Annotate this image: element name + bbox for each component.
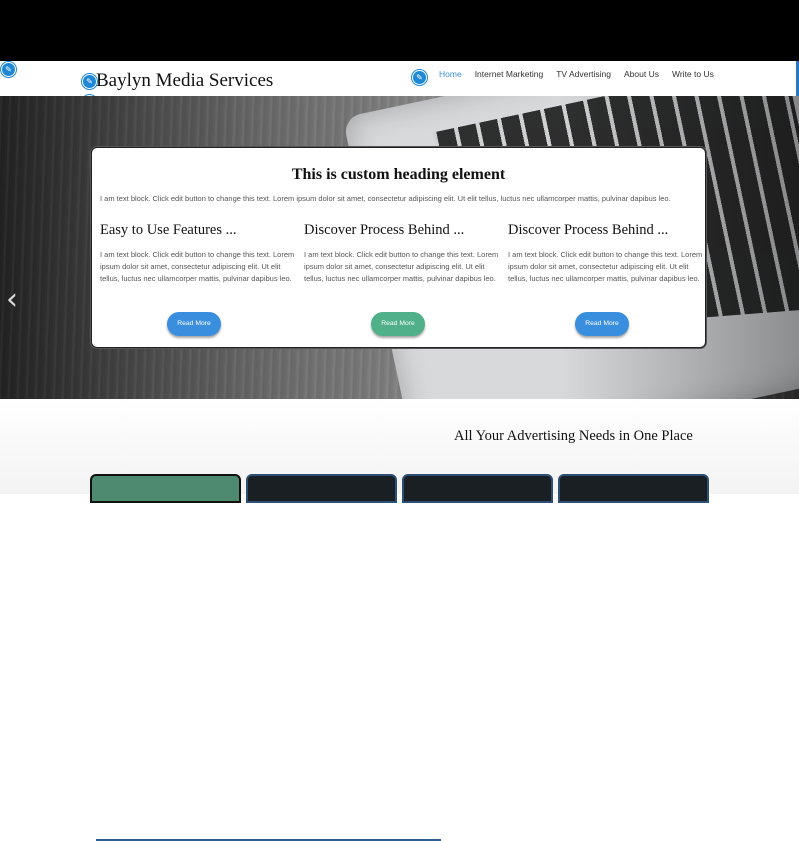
main-nav: Home Internet Marketing TV Advertising A… — [439, 69, 727, 79]
custom-heading: This is custom heading element — [291, 166, 506, 183]
nav-about-us[interactable]: About Us — [624, 69, 659, 79]
section-title: All Your Advertising Needs in One Place — [454, 428, 693, 444]
feature-column: Discover Process Behind ... I am text bl… — [508, 222, 703, 285]
feature-text: I am text block. Click edit button to ch… — [304, 250, 499, 283]
service-tile[interactable] — [402, 474, 553, 503]
service-tile[interactable] — [90, 474, 241, 503]
chevron-left-icon[interactable]: ‹ — [6, 285, 26, 315]
hero-card: This is custom heading element I am text… — [91, 147, 706, 348]
read-more-button[interactable]: Read More — [371, 312, 425, 336]
feature-text: I am text block. Click edit button to ch… — [508, 250, 703, 283]
pencil-icon[interactable]: ✎ — [1, 62, 16, 77]
nav-home[interactable]: Home — [439, 69, 462, 79]
service-tile[interactable] — [246, 474, 397, 503]
feature-title: Easy to Use Features ... — [100, 222, 237, 238]
feature-text: I am text block. Click edit button to ch… — [100, 250, 295, 283]
read-more-button[interactable]: Read More — [575, 312, 629, 336]
nav-internet-marketing[interactable]: Internet Marketing — [475, 69, 544, 79]
nav-write-to-us[interactable]: Write to Us — [672, 69, 714, 79]
top-black-bar — [0, 0, 799, 61]
feature-title: Discover Process Behind ... — [508, 222, 669, 238]
feature-title: Discover Process Behind ... — [304, 222, 465, 238]
intro-text: I am text block. Click edit button to ch… — [100, 194, 671, 203]
nav-tv-advertising[interactable]: TV Advertising — [556, 69, 611, 79]
read-more-button[interactable]: Read More — [167, 312, 221, 336]
service-tile[interactable] — [558, 474, 709, 503]
feature-column: Discover Process Behind ... I am text bl… — [304, 222, 499, 285]
site-logo[interactable]: Baylyn Media Services — [96, 70, 273, 92]
pencil-icon[interactable]: ✎ — [82, 74, 97, 89]
pencil-icon[interactable]: ✎ — [412, 70, 427, 85]
feature-column: Easy to Use Features ... I am text block… — [100, 222, 295, 285]
